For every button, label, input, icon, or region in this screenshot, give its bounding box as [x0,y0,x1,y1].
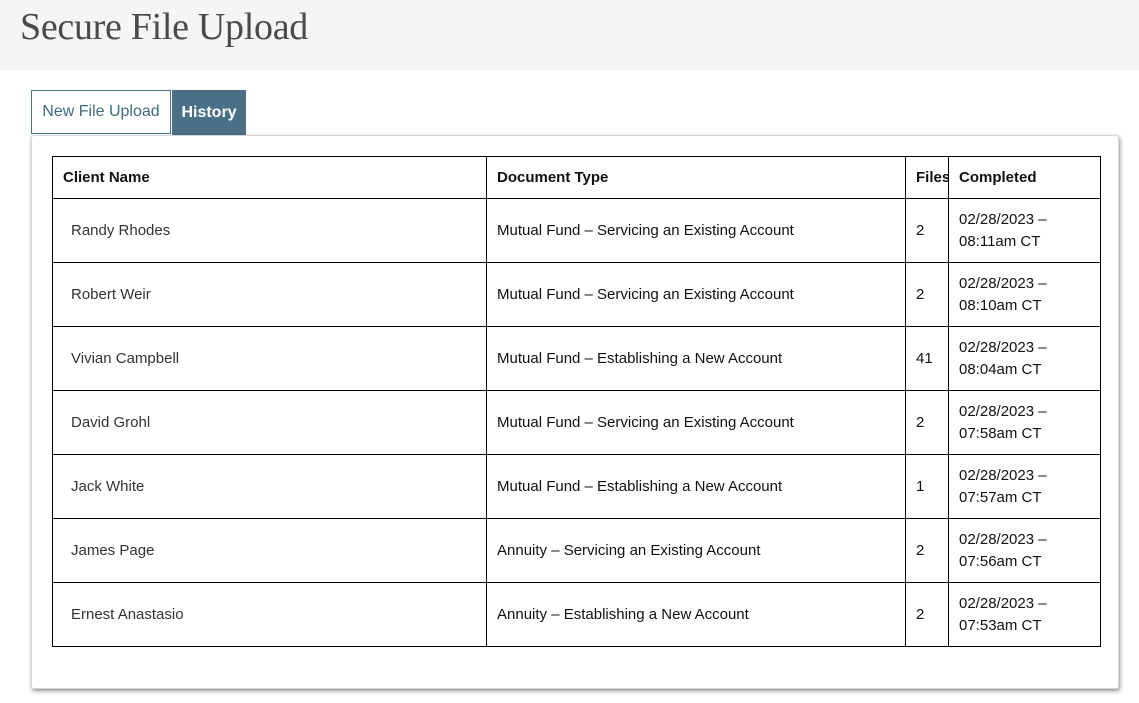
client-name-cell: Jack White [52,454,487,519]
tab-new-file-upload[interactable]: New File Upload [31,90,171,134]
completed-time: 08:10am CT [959,296,1042,314]
client-name-cell: Vivian Campbell [52,326,487,391]
column-header-completed[interactable]: Completed [948,156,1101,199]
completed-time: 08:11am CT [959,232,1041,250]
table-row[interactable]: James Page Annuity – Servicing an Existin… [52,518,1101,583]
completed-time: 07:56am CT [959,552,1042,570]
files-count-cell: 2 [905,262,949,327]
column-header-document-type[interactable]: Document Type [486,156,906,199]
completed-time: 07:58am CT [959,424,1042,442]
table-row[interactable]: Vivian Campbell Mutual Fund – Establishin… [52,326,1101,391]
table-row[interactable]: David Grohl Mutual Fund – Servicing an Ex… [52,390,1101,455]
client-name-cell: Robert Weir [52,262,487,327]
client-name-cell: James Page [52,518,487,583]
files-count-cell: 2 [905,518,949,583]
completed-date: 02/28/2023 – [959,530,1047,548]
completed-date: 02/28/2023 – [959,274,1047,292]
client-name-cell: David Grohl [52,390,487,455]
history-panel: Client Name Document Type Files Complete… [31,135,1119,689]
completed-date: 02/28/2023 – [959,466,1047,484]
page-header: Secure File Upload [0,0,1139,70]
table-row[interactable]: Ernest Anastasio Annuity – Establishing a… [52,582,1101,647]
document-type-cell: Mutual Fund – Servicing an Existing Acco… [486,262,906,327]
table-row[interactable]: Robert Weir Mutual Fund – Servicing an Ex… [52,262,1101,327]
completed-time: 07:57am CT [959,488,1042,506]
completed-cell: 02/28/2023 – 08:11am CT [948,198,1101,263]
completed-date: 02/28/2023 – [959,338,1047,356]
table-header-row: Client Name Document Type Files Complete… [52,156,1101,199]
files-count-cell: 2 [905,582,949,647]
column-header-files[interactable]: Files [905,156,949,199]
completed-date: 02/28/2023 – [959,402,1047,420]
completed-cell: 02/28/2023 – 08:04am CT [948,326,1101,391]
files-count-cell: 1 [905,454,949,519]
completed-date: 02/28/2023 – [959,594,1047,612]
document-type-cell: Mutual Fund – Servicing an Existing Acco… [486,390,906,455]
page-title: Secure File Upload [20,6,308,48]
completed-time: 07:53am CT [959,616,1042,634]
document-type-cell: Mutual Fund – Establishing a New Account [486,454,906,519]
table-row[interactable]: Randy Rhodes Mutual Fund – Servicing an E… [52,198,1101,263]
history-table: Client Name Document Type Files Complete… [52,156,1101,647]
client-name-cell: Randy Rhodes [52,198,487,263]
files-count-cell: 2 [905,390,949,455]
tab-history[interactable]: History [172,90,246,135]
completed-cell: 02/28/2023 – 07:58am CT [948,390,1101,455]
completed-cell: 02/28/2023 – 07:53am CT [948,582,1101,647]
document-type-cell: Mutual Fund – Servicing an Existing Acco… [486,198,906,263]
table-row[interactable]: Jack White Mutual Fund – Establishing a N… [52,454,1101,519]
completed-cell: 02/28/2023 – 08:10am CT [948,262,1101,327]
files-count-cell: 2 [905,198,949,263]
completed-cell: 02/28/2023 – 07:56am CT [948,518,1101,583]
document-type-cell: Annuity – Establishing a New Account [486,582,906,647]
completed-cell: 02/28/2023 – 07:57am CT [948,454,1101,519]
completed-date: 02/28/2023 – [959,210,1047,228]
document-type-cell: Mutual Fund – Establishing a New Account [486,326,906,391]
document-type-cell: Annuity – Servicing an Existing Account [486,518,906,583]
completed-time: 08:04am CT [959,360,1042,378]
column-header-client-name[interactable]: Client Name [52,156,487,199]
client-name-cell: Ernest Anastasio [52,582,487,647]
files-count-cell: 41 [905,326,949,391]
